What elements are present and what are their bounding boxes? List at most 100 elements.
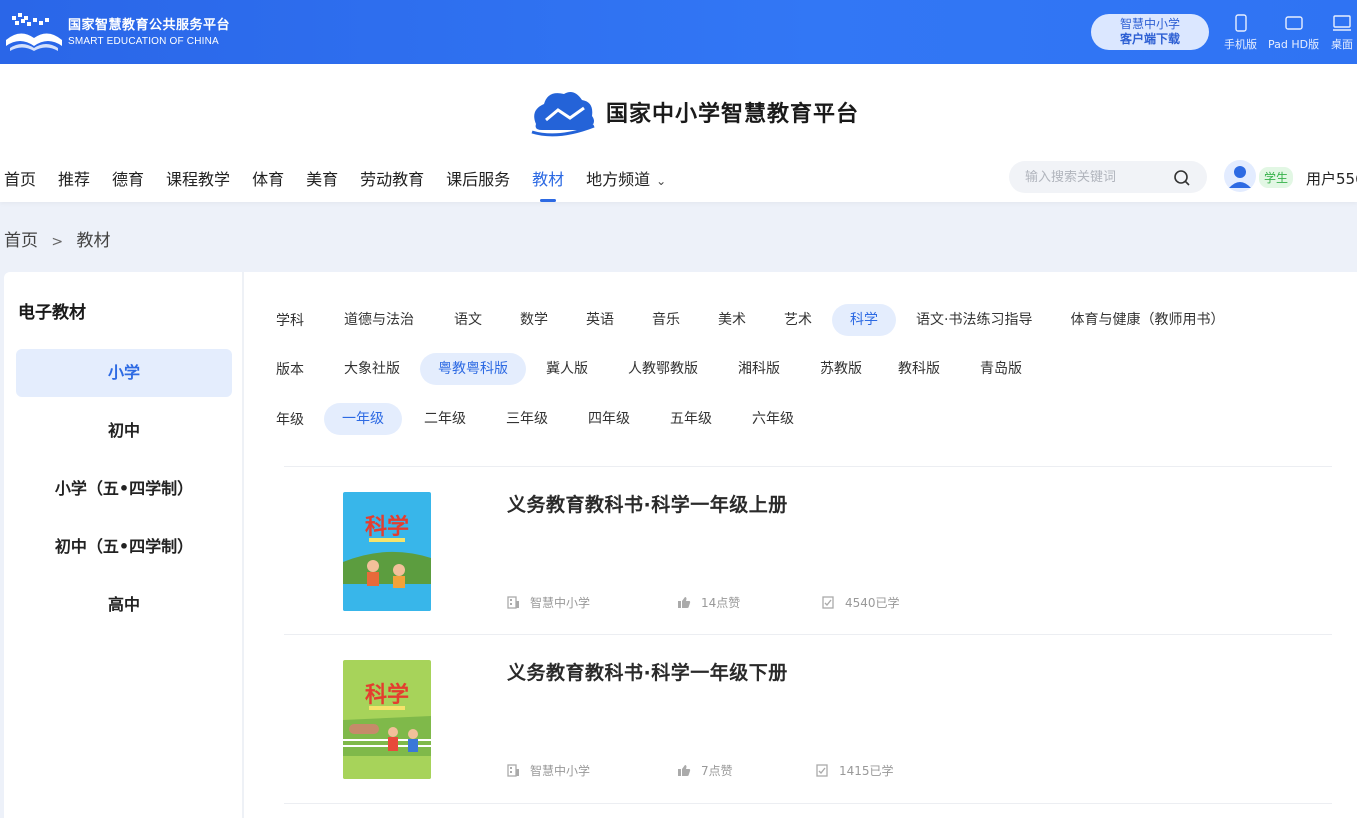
chip-edition-jiren[interactable]: 冀人版 <box>528 353 606 385</box>
search-icon[interactable] <box>1173 169 1191 187</box>
book-learned-text: 1415已学 <box>839 764 894 778</box>
nav-labor[interactable]: 劳动教育 <box>360 166 424 190</box>
avatar[interactable] <box>1224 160 1256 192</box>
divider <box>284 803 1332 804</box>
nav-local-label: 地方频道 <box>586 170 651 189</box>
book-likes-text: 14点赞 <box>701 596 741 610</box>
sidebar-item-junior[interactable]: 初中 <box>16 407 232 455</box>
book-title[interactable]: 义务教育教科书·科学一年级上册 <box>507 490 788 517</box>
sidebar-item-primary-54[interactable]: 小学（五•四学制） <box>16 465 232 513</box>
book-title[interactable]: 义务教育教科书·科学一年级下册 <box>507 658 788 685</box>
chip-edition-xiangke[interactable]: 湘科版 <box>720 353 798 385</box>
chevron-down-icon: ⌄ <box>656 174 667 188</box>
chip-edition-jiaoke[interactable]: 教科版 <box>880 353 958 385</box>
chip-edition-qingdao[interactable]: 青岛版 <box>962 353 1040 385</box>
role-badge: 学生 <box>1259 167 1294 188</box>
book-cover[interactable]: 科学 <box>343 660 431 779</box>
book-source-text: 智慧中小学 <box>530 596 591 610</box>
client-download-button[interactable]: 智慧中小学 客户端下载 <box>1091 14 1209 50</box>
tablet-icon <box>1284 16 1303 30</box>
main-header: 国家中小学智慧教育平台 首页 推荐 德育 课程教学 体育 美育 劳动教育 课后服… <box>0 64 1357 202</box>
sidebar-item-junior-54[interactable]: 初中（五•四学制） <box>16 523 232 571</box>
chip-grade-5[interactable]: 五年级 <box>652 403 730 435</box>
book-cover[interactable]: 科学 <box>343 492 431 611</box>
device-tablet-label: Pad HD版 <box>1268 38 1320 51</box>
nav-arts[interactable]: 美育 <box>306 166 338 190</box>
book-likes-text: 7点赞 <box>701 764 733 778</box>
sidebar-item-senior[interactable]: 高中 <box>16 581 232 629</box>
nav-local-channel[interactable]: 地方频道 ⌄ <box>586 166 666 190</box>
edition-filter: 版本 大象社版 粤教粤科版 冀人版 人教鄂教版 湘科版 苏教版 教科版 青岛版 <box>276 353 1040 385</box>
grade-filter: 年级 一年级 二年级 三年级 四年级 五年级 六年级 <box>276 403 812 435</box>
book-learned-text: 4540已学 <box>845 596 900 610</box>
chip-grade-3[interactable]: 三年级 <box>488 403 566 435</box>
book-likes: 14点赞 <box>677 594 740 611</box>
device-desktop-label: 桌面 <box>1331 38 1353 51</box>
nav-textbooks[interactable]: 教材 <box>532 166 564 202</box>
thumbs-up-icon <box>678 597 691 608</box>
main-nav: 首页 推荐 德育 课程教学 体育 美育 劳动教育 课后服务 教材 地方频道 ⌄ <box>4 166 688 202</box>
chip-subject-english[interactable]: 英语 <box>568 304 632 336</box>
brand[interactable]: 国家智慧教育公共服务平台 SMART EDUCATION OF CHINA <box>4 10 230 54</box>
chip-subject-moral-law[interactable]: 道德与法治 <box>326 304 432 336</box>
chip-edition-yuejiao[interactable]: 粤教粤科版 <box>420 353 526 385</box>
sidebar-title: 电子教材 <box>18 303 86 323</box>
nav-courses[interactable]: 课程教学 <box>166 166 230 190</box>
building-icon <box>507 596 519 609</box>
sidebar: 电子教材 小学 初中 小学（五•四学制） 初中（五•四学制） 高中 <box>4 272 242 818</box>
cloud-book-logo-icon <box>531 92 595 137</box>
chip-grade-6[interactable]: 六年级 <box>734 403 812 435</box>
study-record-icon <box>822 596 834 609</box>
thumbs-up-icon <box>678 765 691 776</box>
breadcrumb: 首页 > 教材 <box>4 226 119 251</box>
book-source: 智慧中小学 <box>507 594 590 611</box>
book-item[interactable]: 科学 义务教育教科书·科学一年级上册 智慧中小学 14点赞 4540已学 <box>284 466 1332 634</box>
book-item[interactable]: 科学 义务教育教科书·科学一年级下册 智慧中小学 7点赞 1415已学 <box>284 634 1332 802</box>
nav-recommend[interactable]: 推荐 <box>58 166 90 190</box>
device-desktop[interactable]: 桌面 <box>1331 14 1353 52</box>
username[interactable]: 用户5560 <box>1306 168 1357 189</box>
user-avatar-icon <box>1229 166 1251 188</box>
phone-icon <box>1234 14 1247 32</box>
device-tablet[interactable]: Pad HD版 <box>1268 14 1319 52</box>
building-icon <box>507 764 519 777</box>
chip-edition-sujiao[interactable]: 苏教版 <box>802 353 880 385</box>
chip-subject-chinese[interactable]: 语文 <box>436 304 500 336</box>
chip-subject-calligraphy[interactable]: 语文·书法练习指导 <box>898 304 1050 336</box>
desktop-icon <box>1333 15 1351 31</box>
nav-pe[interactable]: 体育 <box>252 166 284 190</box>
chip-subject-art[interactable]: 艺术 <box>766 304 830 336</box>
download-line1: 智慧中小学 <box>1119 17 1180 31</box>
main-content: 学科 道德与法治 语文 数学 英语 音乐 美术 艺术 科学 语文·书法练习指导 … <box>244 272 1357 818</box>
chip-grade-2[interactable]: 二年级 <box>406 403 484 435</box>
chip-subject-pe-teacher[interactable]: 体育与健康（教师用书） <box>1052 304 1242 336</box>
breadcrumb-home[interactable]: 首页 <box>4 231 38 251</box>
device-phone-label: 手机版 <box>1224 38 1257 51</box>
brand-name-cn: 国家智慧教育公共服务平台 <box>68 17 231 33</box>
chip-grade-1[interactable]: 一年级 <box>324 403 402 435</box>
platform-title: 国家中小学智慧教育平台 <box>606 101 860 127</box>
nav-home[interactable]: 首页 <box>4 166 36 190</box>
nav-moral[interactable]: 德育 <box>112 166 144 190</box>
chip-edition-daxiang[interactable]: 大象社版 <box>326 353 418 385</box>
brand-name-en: SMART EDUCATION OF CHINA <box>68 35 219 47</box>
device-phone[interactable]: 手机版 <box>1224 14 1257 52</box>
chip-grade-4[interactable]: 四年级 <box>570 403 648 435</box>
chip-subject-science[interactable]: 科学 <box>832 304 896 336</box>
book-learned: 4540已学 <box>822 594 900 611</box>
study-record-icon <box>816 764 828 777</box>
book-learned: 1415已学 <box>816 762 894 779</box>
search-input[interactable] <box>1025 169 1165 185</box>
svg-text:科学: 科学 <box>365 514 409 540</box>
breadcrumb-separator: > <box>51 234 64 250</box>
chip-edition-renjiao-e[interactable]: 人教鄂教版 <box>610 353 716 385</box>
subject-filter: 学科 道德与法治 语文 数学 英语 音乐 美术 艺术 科学 语文·书法练习指导 … <box>276 304 1242 336</box>
platform-logo[interactable]: 国家中小学智慧教育平台 <box>528 86 859 138</box>
nav-after-school[interactable]: 课后服务 <box>446 166 510 190</box>
search-box <box>1009 161 1207 193</box>
book-source: 智慧中小学 <box>507 762 590 779</box>
chip-subject-music[interactable]: 音乐 <box>634 304 698 336</box>
sidebar-item-primary[interactable]: 小学 <box>16 349 232 397</box>
chip-subject-math[interactable]: 数学 <box>502 304 566 336</box>
chip-subject-fine-art[interactable]: 美术 <box>700 304 764 336</box>
